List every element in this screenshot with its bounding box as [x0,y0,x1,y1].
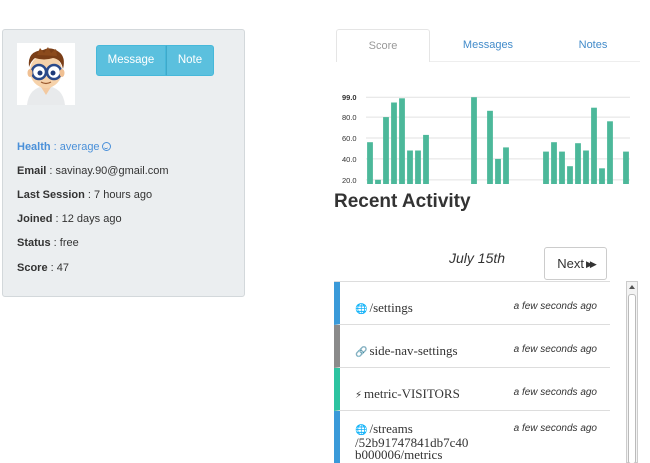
activity-time: a few seconds ago [513,387,597,398]
chart-bar [391,102,397,184]
activity-list: 🌐/settings a few seconds ago 🔗 side-nav-s… [334,281,610,463]
status-label: Status [17,237,51,249]
globe-icon: 🌐 [355,304,368,315]
recent-activity-title: Recent Activity [334,191,471,212]
chart-bar [375,179,381,184]
next-label: Next [557,256,584,271]
activity-time: a few seconds ago [513,423,597,434]
last-session-row: Last Session : 7 hours ago [17,189,153,201]
chart-bar [583,150,589,184]
score-row: Score : 47 [17,262,69,274]
health-label: Health [17,141,51,153]
joined-row: Joined : 12 days ago [17,213,122,225]
activity-item[interactable]: ⚡ metric-VISITORS a few seconds ago [334,368,610,411]
y-tick-label: 60.0 [342,134,357,143]
avatar-image [17,43,75,105]
activity-time: a few seconds ago [513,344,597,355]
email-label: Email [17,165,47,177]
chart-bar [591,107,597,184]
email-value: savinay.90@gmail.com [55,165,169,177]
activity-path: /settings [369,300,413,315]
y-tick-label: 80.0 [342,113,357,122]
chart-bar [399,98,405,184]
chart-bar [407,150,413,184]
chart-bar [567,166,573,184]
profile-action-buttons: Message Note [96,45,214,76]
next-button[interactable]: Next ▶▶ [544,247,607,280]
scroll-thumb[interactable] [628,294,636,463]
score-chart: 99.0 80.0 60.0 40.0 20.0 [336,90,636,186]
status-value: free [59,237,79,249]
message-button[interactable]: Message [96,45,166,76]
chart-bar [599,168,605,184]
chart-bar [575,143,581,184]
avatar [17,43,75,105]
health-row: Health : average [17,140,111,154]
chart-bar [551,142,557,184]
profile-card: Message Note Health : average Email : sa… [2,29,245,297]
chart-bar [543,151,549,184]
last-session-value: 7 hours ago [94,189,153,201]
tab-notes[interactable]: Notes [546,29,640,62]
tab-divider [430,61,640,62]
chart-bar [383,117,389,184]
chart-bar [367,142,373,184]
email-row: Email : savinay.90@gmail.com [17,165,169,177]
smile-icon [101,142,111,151]
chart-bar [495,158,501,184]
bolt-icon: ⚡ [355,390,363,401]
note-button[interactable]: Note [166,45,214,76]
chart-bar [471,97,477,184]
activity-date: July 15th [449,250,506,266]
fast-forward-icon: ▶▶ [585,259,597,269]
score-label: Score [17,262,48,274]
scroll-up-arrow-icon[interactable] [629,285,635,289]
score-bar-chart: 99.0 80.0 60.0 40.0 20.0 [342,93,630,185]
tab-score[interactable]: Score [336,29,430,62]
chart-bar [487,110,493,184]
chart-bar [423,134,429,184]
activity-scrollbar[interactable] [626,281,638,463]
chart-bar [607,121,613,184]
tab-bar: Score Messages Notes [336,29,640,62]
joined-label: Joined [17,213,53,225]
last-session-label: Last Session [17,189,85,201]
joined-value: 12 days ago [61,213,122,225]
chart-bar [503,147,509,184]
chart-bar [559,151,565,184]
activity-path: metric-VISITORS [364,386,460,401]
activity-path: /streams /52b91747841db7c40 b000006/metr… [355,421,469,462]
activity-time: a few seconds ago [513,301,597,312]
activity-item[interactable]: 🔗 side-nav-settings a few seconds ago [334,325,610,368]
activity-item[interactable]: 🌐/settings a few seconds ago [334,282,610,325]
score-value: 47 [56,262,69,274]
y-tick-label: 40.0 [342,155,357,164]
status-row: Status : free [17,237,79,249]
chart-bar [415,150,421,184]
tab-messages[interactable]: Messages [430,29,546,62]
health-value: average [59,141,100,153]
link-icon: 🔗 [355,347,368,358]
y-tick-label: 20.0 [342,176,357,185]
chart-bar [623,151,629,184]
y-tick-label: 99.0 [342,93,357,102]
activity-item[interactable]: 🌐/streams /52b91747841db7c40 b000006/met… [334,411,610,463]
activity-path: side-nav-settings [369,343,458,358]
